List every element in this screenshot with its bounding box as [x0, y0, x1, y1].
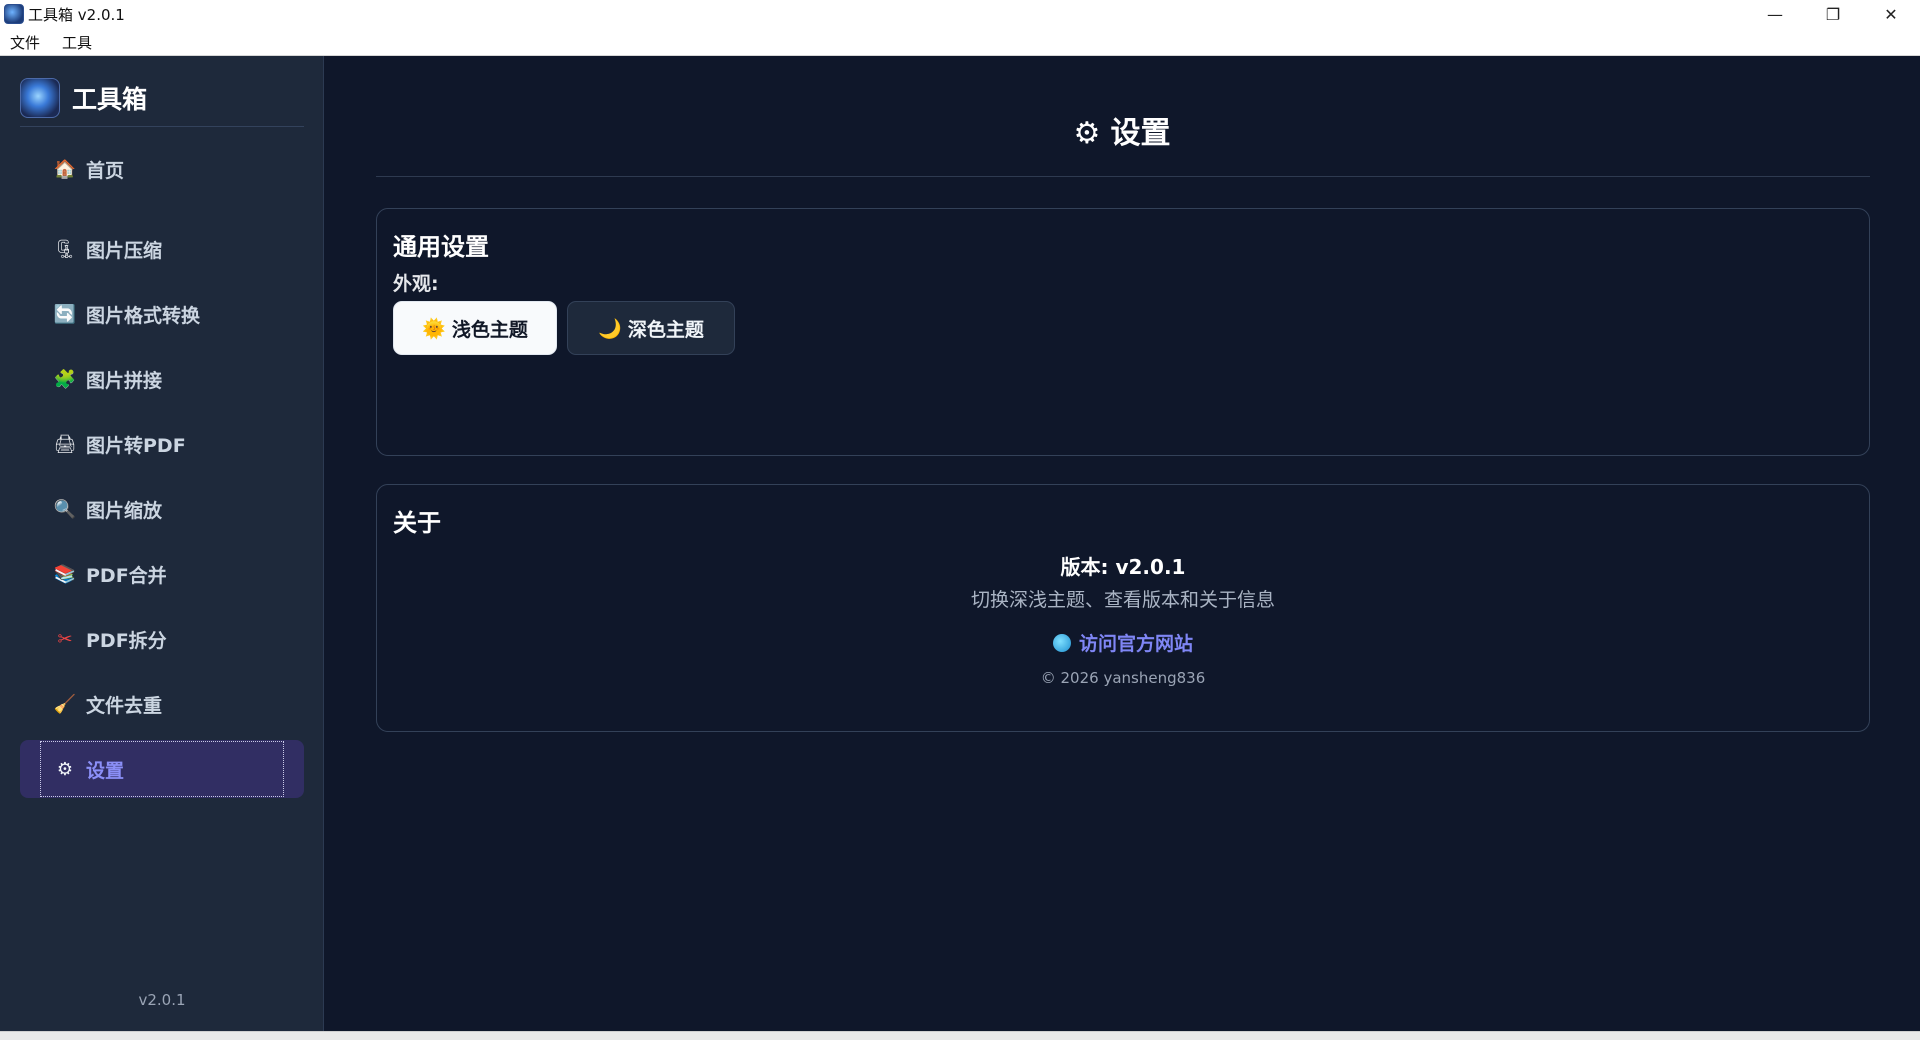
sidebar-item-pdf-merge[interactable]: 📚 PDF合并 [20, 545, 304, 603]
brand-divider [20, 126, 304, 127]
window-controls: — ❐ ✕ [1746, 0, 1920, 28]
magnifier-icon: 🔍 [53, 498, 77, 520]
sidebar-version: v2.0.1 [138, 991, 186, 1009]
sidebar-item-label: 首页 [86, 159, 125, 182]
sidebar-item-image-stitch[interactable]: 🧩 图片拼接 [20, 350, 304, 408]
home-icon: 🏠 [53, 158, 77, 180]
brand: 工具箱 [20, 78, 147, 118]
minimize-button[interactable]: — [1746, 0, 1804, 28]
sidebar-item-label: PDF合并 [86, 564, 167, 587]
light-theme-button[interactable]: 🌞 浅色主题 [393, 301, 557, 355]
app-icon [4, 4, 24, 24]
sidebar-item-image-compress[interactable]: 🗜 图片压缩 [20, 220, 304, 278]
menu-tools[interactable]: 工具 [62, 32, 92, 53]
sidebar-item-label: 图片格式转换 [86, 304, 201, 327]
sidebar-item-label: PDF拆分 [86, 629, 167, 652]
sidebar-item-image-convert[interactable]: 🔄 图片格式转换 [20, 285, 304, 343]
printer-icon: 🖨 [53, 433, 77, 455]
page-title-text: 设置 [1110, 116, 1171, 151]
official-website-link-text: 访问官方网站 [1078, 633, 1193, 655]
dark-theme-button[interactable]: 🌙 深色主题 [567, 301, 735, 355]
sidebar-item-file-dedupe[interactable]: 🧹 文件去重 [20, 675, 304, 733]
close-button[interactable]: ✕ [1862, 0, 1920, 28]
title-bar: 工具箱 v2.0.1 文件 工具 — ❐ ✕ [0, 0, 1920, 56]
toolbox-logo-icon [20, 78, 60, 118]
general-settings-card: 通用设置 外观: 🌞 浅色主题 🌙 深色主题 [376, 208, 1870, 456]
sidebar-item-label: 图片转PDF [86, 434, 186, 457]
maximize-button[interactable]: ❐ [1804, 0, 1862, 28]
title-divider [376, 176, 1870, 177]
window-title: 工具箱 v2.0.1 [28, 6, 125, 24]
about-description: 切换深浅主题、查看版本和关于信息 [970, 589, 1275, 611]
general-settings-title: 通用设置 [393, 233, 489, 261]
sidebar-item-home[interactable]: 🏠 首页 [20, 140, 304, 198]
sidebar-item-label: 图片压缩 [86, 239, 163, 262]
page-title: ⚙ 设置 [324, 108, 1920, 152]
sidebar-item-label: 文件去重 [86, 694, 163, 717]
scissors-icon: ✂ [57, 628, 73, 650]
convert-icon: 🔄 [53, 303, 77, 325]
puzzle-icon: 🧩 [53, 368, 77, 390]
sidebar-item-pdf-split[interactable]: ✂ PDF拆分 [20, 610, 304, 668]
sidebar-item-image-resize[interactable]: 🔍 图片缩放 [20, 480, 304, 538]
sidebar-item-label: 图片缩放 [86, 499, 163, 522]
about-card: 关于 版本: v2.0.1 切换深浅主题、查看版本和关于信息 访问官方网站 © … [376, 484, 1870, 732]
brand-name: 工具箱 [72, 85, 148, 114]
dark-theme-label: 深色主题 [627, 318, 704, 341]
sun-icon: 🌞 [422, 317, 446, 340]
sidebar-item-label: 图片拼接 [86, 369, 163, 392]
focus-ring [40, 741, 284, 797]
menu-file[interactable]: 文件 [10, 32, 40, 53]
sidebar: 工具箱 🏠 首页 🗜 图片压缩 🔄 图片格式转换 🧩 图片拼接 🖨 图片转PDF… [0, 56, 324, 1031]
compress-icon: 🗜 [53, 238, 77, 260]
light-theme-label: 浅色主题 [451, 318, 528, 341]
broom-icon: 🧹 [53, 693, 77, 715]
globe-icon [1052, 634, 1071, 652]
main-content: ⚙ 设置 通用设置 外观: 🌞 浅色主题 🌙 深色主题 关于 版本: v2.0.1… [324, 56, 1920, 1031]
menu-bar: 文件 工具 [10, 32, 92, 53]
moon-icon: 🌙 [598, 317, 622, 340]
books-icon: 📚 [53, 563, 77, 585]
gear-icon: ⚙ [1073, 116, 1101, 151]
sidebar-item-settings[interactable]: ⚙ 设置 [20, 740, 304, 798]
appearance-label: 外观: [393, 273, 439, 295]
about-version: 版本: v2.0.1 [1060, 555, 1186, 579]
copyright: © 2026 yansheng836 [1040, 669, 1206, 687]
official-website-link[interactable]: 访问官方网站 [377, 629, 1869, 656]
about-title: 关于 [393, 509, 441, 537]
sidebar-item-image-to-pdf[interactable]: 🖨 图片转PDF [20, 415, 304, 473]
